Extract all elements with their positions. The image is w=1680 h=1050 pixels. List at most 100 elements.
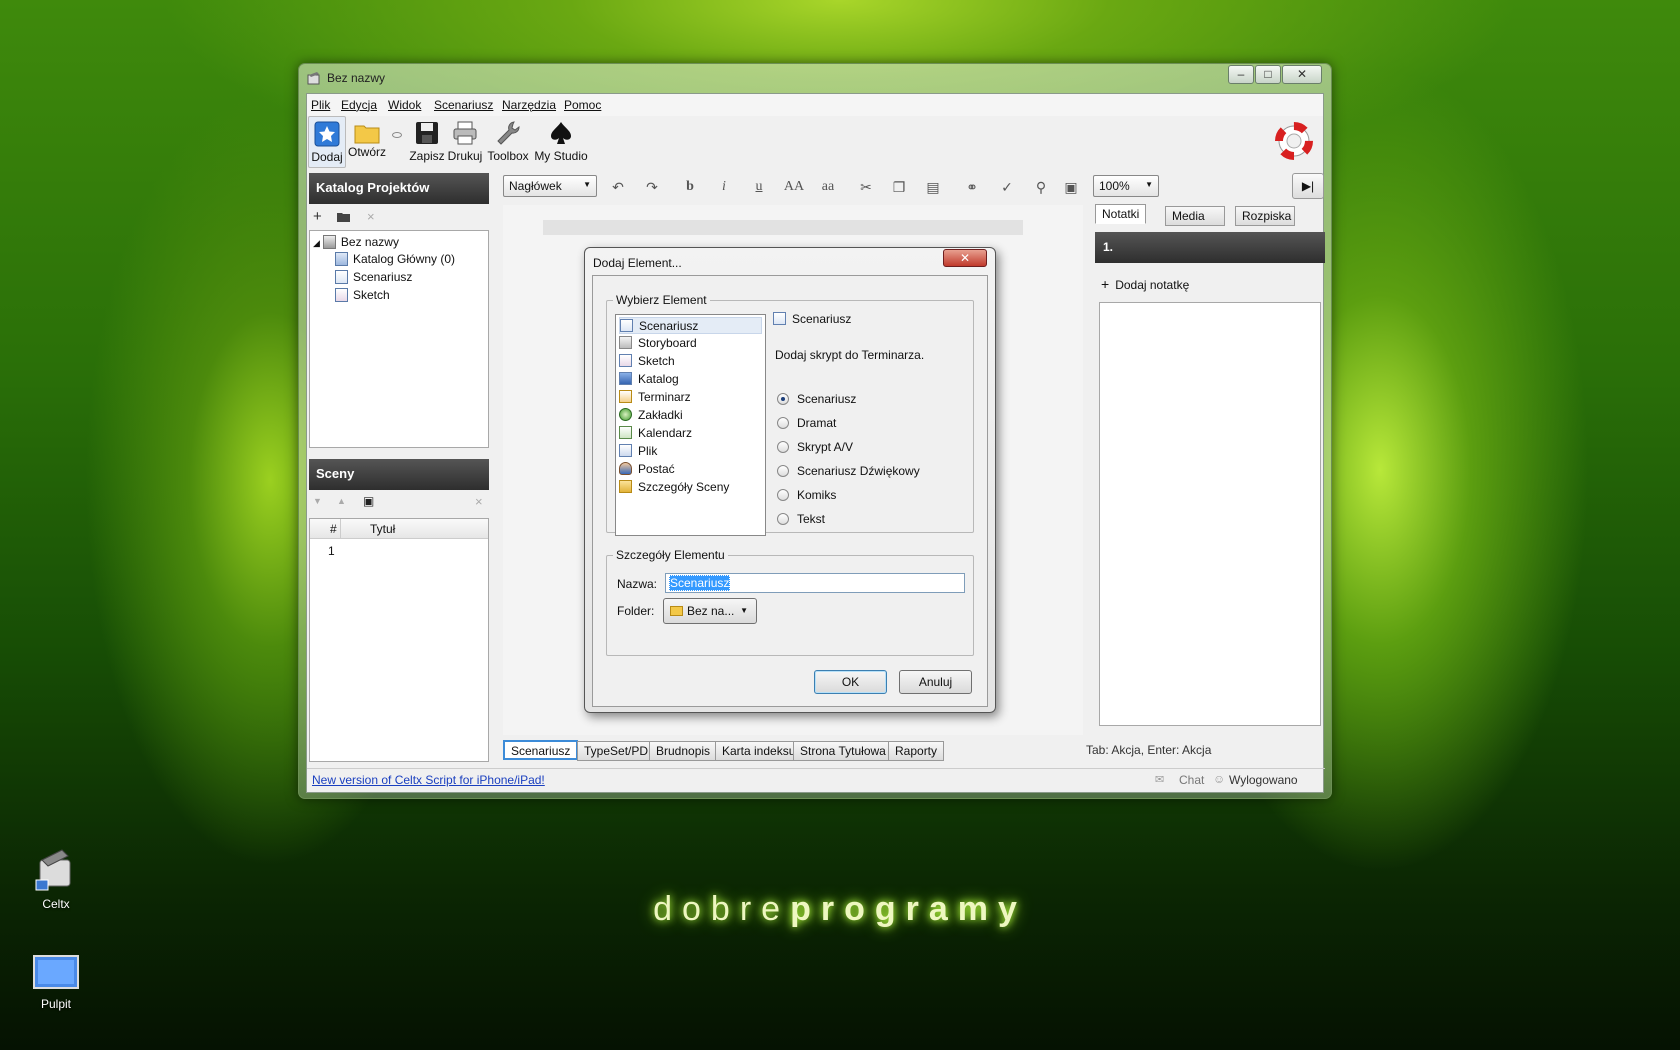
list-item-bookmarks[interactable]: Zakładki — [619, 407, 683, 424]
name-input-value: Scenariusz — [669, 575, 731, 591]
zoom-select[interactable]: 100% ▼ — [1093, 175, 1159, 197]
radio-komiks[interactable]: Komiks — [777, 488, 836, 502]
underline-button[interactable]: u — [744, 175, 774, 199]
update-link[interactable]: New version of Celtx Script for iPhone/i… — [312, 773, 545, 787]
menu-scenariusz[interactable]: Scenariusz — [434, 98, 493, 112]
list-item-script[interactable]: Scenariusz — [619, 317, 762, 334]
new-folder-icon[interactable] — [337, 212, 350, 222]
tab-bottom-draft[interactable]: Brudnopis — [649, 741, 718, 761]
add-icon[interactable]: + — [313, 208, 322, 225]
save-button[interactable]: Zapisz — [409, 116, 445, 168]
tree-item-sketch[interactable]: Sketch — [335, 288, 390, 302]
scenes-table-header: # Tytuł — [310, 519, 488, 539]
list-item-character[interactable]: Postać — [619, 461, 675, 478]
cut-icon[interactable]: ✂ — [851, 175, 881, 199]
sidebar-toggle-icon[interactable]: ▶| — [1292, 173, 1324, 199]
print-button[interactable]: Drukuj — [445, 116, 485, 168]
lowercase-button[interactable]: aa — [813, 175, 843, 199]
note-text-area[interactable] — [1099, 302, 1321, 726]
close-window-button[interactable]: ✕ — [1282, 65, 1322, 84]
col-title: Tytuł — [370, 522, 396, 536]
login-status[interactable]: Wylogowano — [1229, 773, 1298, 787]
open-button[interactable]: Otwórz — [346, 116, 388, 168]
name-input[interactable]: Scenariusz — [665, 573, 965, 593]
open-dropdown-icon[interactable] — [392, 132, 402, 138]
delete-icon[interactable]: × — [367, 209, 375, 224]
glasses-icon[interactable]: ⚭ — [957, 175, 987, 199]
add-note-button[interactable]: + Dodaj notatkę — [1101, 276, 1189, 292]
radio-skrypt-av[interactable]: Skrypt A/V — [777, 440, 853, 454]
toolbox-button[interactable]: Toolbox — [485, 116, 531, 168]
scene-blocks-icon[interactable]: ▣ — [363, 494, 374, 508]
folder-select[interactable]: Bez na... ▼ — [663, 598, 757, 624]
move-down-icon[interactable]: ▼ — [313, 496, 322, 506]
maximize-button[interactable]: □ — [1255, 65, 1281, 84]
magnifier-icon[interactable]: ⚲ — [1026, 175, 1056, 199]
zoom-chevron-icon: ▼ — [1145, 180, 1153, 189]
table-row[interactable]: 1 — [328, 544, 335, 558]
my-studio-button[interactable]: My Studio — [532, 116, 590, 168]
tree-item-catalog[interactable]: Katalog Główny (0) — [335, 252, 455, 266]
radio-scenariusz-dzwiekowy[interactable]: Scenariusz Dźwiękowy — [777, 464, 920, 478]
list-item-file[interactable]: Plik — [619, 443, 657, 460]
printer-icon — [453, 121, 477, 145]
my-studio-button-label: My Studio — [534, 149, 588, 163]
radio-tekst[interactable]: Tekst — [777, 512, 825, 526]
tab-notes[interactable]: Notatki — [1095, 204, 1147, 224]
list-item-catalog[interactable]: Katalog — [619, 371, 679, 388]
desktop-icon-celtx[interactable]: Celtx — [16, 846, 96, 911]
bold-button[interactable]: b — [675, 175, 705, 199]
tab-bottom-index[interactable]: Karta indeksu — [715, 741, 803, 761]
move-up-icon[interactable]: ▲ — [337, 496, 346, 506]
script-type-radios: Scenariusz Dramat Skrypt A/V Scenariusz … — [777, 384, 967, 526]
bottom-tabs: Scenariusz TypeSet/PDF Brudnopis Karta i… — [503, 740, 1325, 762]
radio-scenariusz[interactable]: Scenariusz — [777, 392, 856, 406]
desktop-icon-pulpit-label: Pulpit — [40, 997, 72, 1011]
radio-dramat[interactable]: Dramat — [777, 416, 836, 430]
chat-button[interactable]: Chat — [1179, 773, 1204, 787]
menu-pomoc[interactable]: Pomoc — [564, 98, 601, 112]
dialog-close-button[interactable]: ✕ — [943, 249, 987, 267]
scene-delete-icon[interactable]: × — [475, 494, 483, 509]
undo-icon[interactable]: ↶ — [603, 175, 633, 199]
list-item-scene-details[interactable]: Szczegóły Sceny — [619, 479, 729, 496]
menu-edycja[interactable]: Edycja — [341, 98, 377, 112]
tab-media[interactable]: Media — [1165, 206, 1225, 226]
list-item-sketch[interactable]: Sketch — [619, 353, 675, 370]
desktop-icon-pulpit[interactable]: Pulpit — [16, 954, 96, 1011]
menu-narzedzia[interactable]: Narzędzia — [502, 98, 556, 112]
note-number: 1. — [1095, 232, 1325, 263]
list-item-storyboard[interactable]: Storyboard — [619, 335, 697, 352]
paste-icon[interactable]: ▤ — [918, 175, 948, 199]
spellcheck-icon[interactable]: ✓ — [992, 175, 1022, 199]
copy-icon[interactable]: ❐ — [884, 175, 914, 199]
tab-bottom-reports[interactable]: Raporty — [888, 741, 945, 761]
tab-breakdown[interactable]: Rozpiska — [1235, 206, 1295, 226]
tab-bottom-title[interactable]: Strona Tytułowa — [793, 741, 893, 761]
redo-icon[interactable]: ↷ — [637, 175, 667, 199]
add-button-label: Dodaj — [311, 150, 343, 164]
ok-button[interactable]: OK — [814, 670, 887, 694]
folder-icon — [670, 606, 683, 616]
window-titlebar[interactable]: Bez nazwy – □ ✕ — [299, 64, 1331, 92]
cancel-button[interactable]: Anuluj — [899, 670, 972, 694]
style-select[interactable]: Nagłówek ▼ — [503, 175, 597, 197]
catalog-icon — [335, 252, 348, 266]
minimize-button[interactable]: – — [1228, 65, 1254, 84]
list-item-calendar[interactable]: Kalendarz — [619, 425, 692, 442]
menu-bar: Plik Edycja Widok Scenariusz Narzędzia P… — [307, 94, 1323, 116]
expand-triangle-icon[interactable]: ◢ — [313, 238, 320, 248]
help-lifebuoy-icon[interactable] — [1275, 122, 1313, 160]
tree-item-script[interactable]: Scenariusz — [335, 270, 412, 284]
keyboard-hint: Tab: Akcja, Enter: Akcja — [1086, 743, 1212, 757]
menu-plik[interactable]: Plik — [311, 98, 330, 112]
toolbox-button-label: Toolbox — [487, 149, 529, 163]
menu-widok[interactable]: Widok — [388, 98, 421, 112]
add-button[interactable]: Dodaj — [308, 116, 346, 168]
tree-item-project[interactable]: ◢ Bez nazwy — [313, 235, 399, 249]
list-item-schedule[interactable]: Terminarz — [619, 389, 691, 406]
tab-bottom-script[interactable]: Scenariusz — [503, 740, 579, 760]
italic-button[interactable]: i — [709, 175, 739, 199]
lock-icon[interactable]: ▣ — [1056, 175, 1086, 199]
uppercase-button[interactable]: AA — [779, 175, 809, 199]
